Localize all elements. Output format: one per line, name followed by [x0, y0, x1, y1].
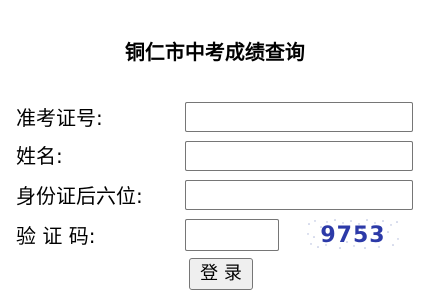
- captcha-text: 9753: [320, 223, 385, 248]
- captcha-label: 验 证 码:: [16, 224, 96, 248]
- exam-number-input[interactable]: [185, 102, 413, 132]
- name-label: 姓名:: [16, 144, 63, 168]
- login-button[interactable]: 登 录: [189, 258, 253, 290]
- captcha-input[interactable]: [185, 219, 279, 251]
- page-title: 铜仁市中考成绩查询: [125, 40, 305, 64]
- id-last6-label: 身份证后六位:: [16, 184, 143, 208]
- name-input[interactable]: [185, 141, 413, 171]
- exam-number-label: 准考证号:: [16, 106, 103, 130]
- id-last6-input[interactable]: [185, 180, 413, 210]
- captcha-image[interactable]: 9753: [305, 218, 401, 250]
